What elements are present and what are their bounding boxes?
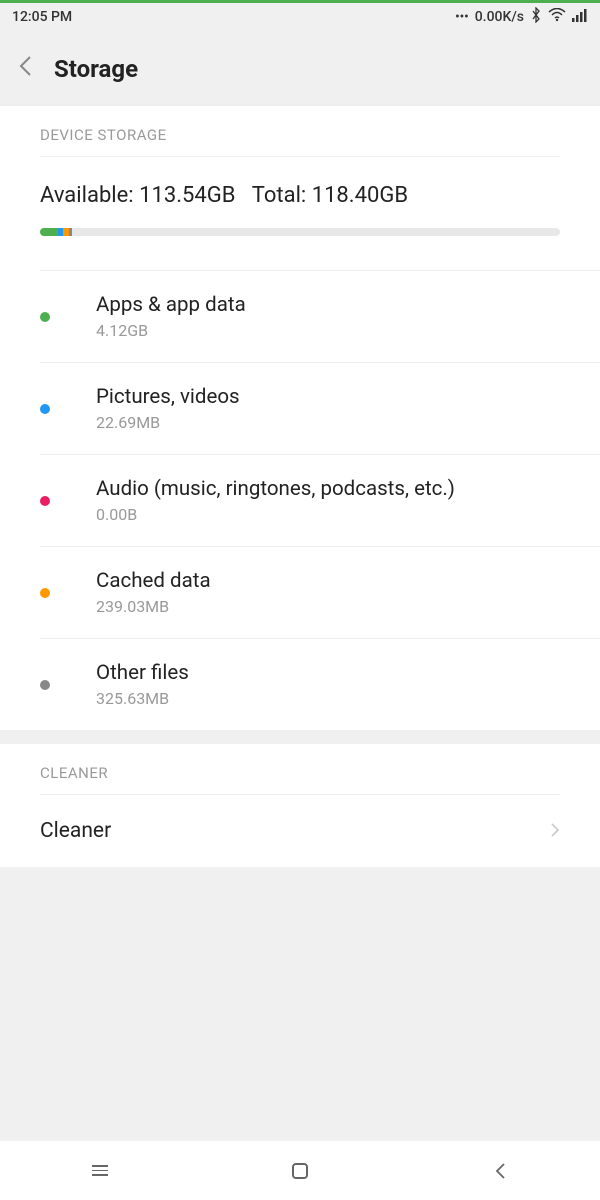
back-icon[interactable] (18, 55, 32, 83)
empty-area (0, 867, 600, 1140)
dot-icon (40, 588, 50, 598)
storage-bar (40, 228, 560, 236)
wifi-icon (548, 8, 566, 26)
bar-segment-other (69, 228, 72, 236)
device-storage-section: DEVICE STORAGE Available: 113.54GB Total… (0, 106, 600, 730)
more-icon: ••• (455, 10, 469, 25)
category-title: Cached data (96, 569, 560, 593)
cleaner-title: Cleaner (40, 819, 111, 843)
category-cached[interactable]: Cached data 239.03MB (0, 547, 600, 638)
category-audio[interactable]: Audio (music, ringtones, podcasts, etc.)… (0, 455, 600, 546)
chevron-right-icon (550, 819, 560, 843)
cleaner-section: CLEANER Cleaner (0, 744, 600, 867)
home-button[interactable] (260, 1163, 340, 1179)
status-right: ••• 0.00K/s (455, 7, 588, 27)
category-title: Apps & app data (96, 293, 560, 317)
recent-apps-button[interactable] (60, 1165, 140, 1176)
dot-icon (40, 312, 50, 322)
signal-icon (572, 8, 588, 26)
category-pictures[interactable]: Pictures, videos 22.69MB (0, 363, 600, 454)
available-label: Available: 113.54GB (40, 183, 235, 208)
dot-icon (40, 680, 50, 690)
data-rate: 0.00K/s (475, 9, 524, 25)
category-size: 239.03MB (96, 597, 560, 616)
status-bar: 12:05 PM ••• 0.00K/s (0, 3, 600, 31)
category-size: 0.00B (96, 505, 560, 524)
section-gap (0, 730, 600, 744)
storage-summary: Available: 113.54GB Total: 118.40GB (0, 157, 600, 250)
category-size: 325.63MB (96, 689, 560, 708)
device-storage-label: DEVICE STORAGE (0, 106, 600, 156)
category-size: 22.69MB (96, 413, 560, 432)
cleaner-item[interactable]: Cleaner (0, 795, 600, 867)
app-header: Storage (0, 31, 600, 106)
category-apps[interactable]: Apps & app data 4.12GB (0, 271, 600, 362)
navigation-bar (0, 1140, 600, 1200)
category-title: Other files (96, 661, 560, 685)
bar-segment-apps (40, 228, 58, 236)
total-label: Total: 118.40GB (252, 183, 408, 208)
storage-text: Available: 113.54GB Total: 118.40GB (40, 183, 560, 208)
bluetooth-icon (530, 7, 542, 27)
status-time: 12:05 PM (12, 9, 72, 25)
dot-icon (40, 496, 50, 506)
nav-back-button[interactable] (460, 1161, 540, 1181)
category-size: 4.12GB (96, 321, 560, 340)
page-title: Storage (54, 55, 138, 83)
category-other[interactable]: Other files 325.63MB (0, 639, 600, 730)
cleaner-label: CLEANER (0, 744, 600, 794)
dot-icon (40, 404, 50, 414)
category-title: Pictures, videos (96, 385, 560, 409)
category-title: Audio (music, ringtones, podcasts, etc.) (96, 477, 560, 501)
